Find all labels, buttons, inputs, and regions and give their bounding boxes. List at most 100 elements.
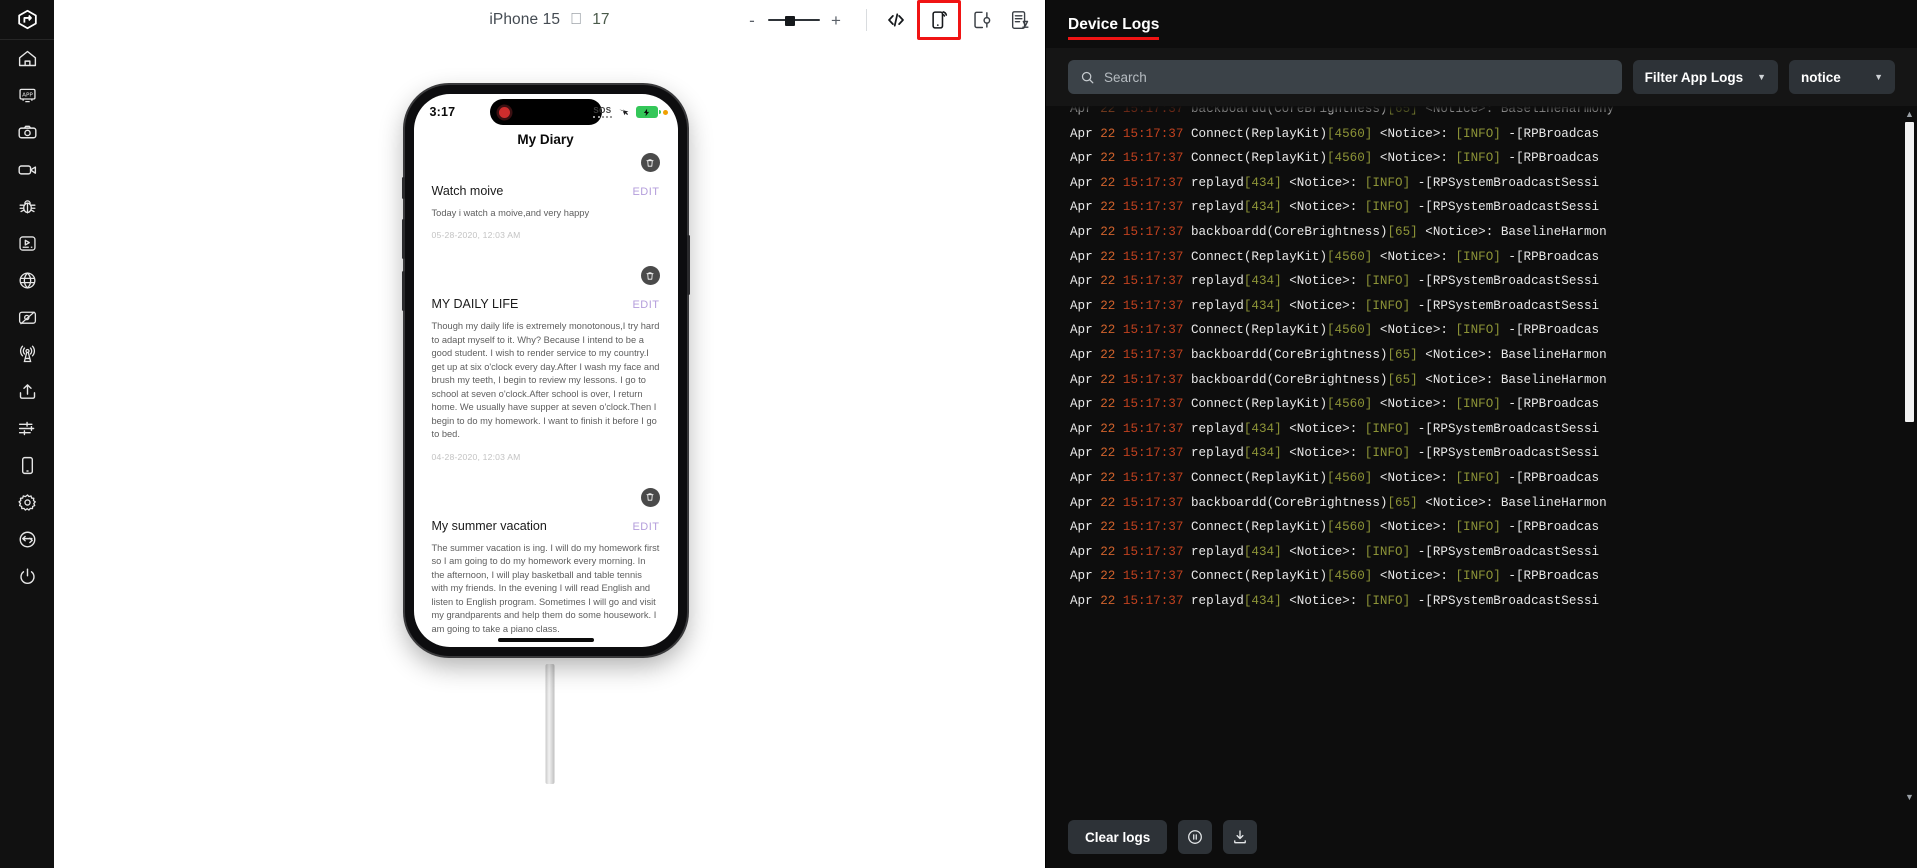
entry-date: 05-28-2020, 12:03 AM [431,230,521,241]
device-name: iPhone 15 [489,11,561,28]
zoom-slider-knob[interactable] [785,16,795,26]
log-line: Apr 22 15:17:37 backboardd(CoreBrightnes… [1070,495,1607,510]
entry-title: MY DAILY LIFE [431,297,519,312]
log-scrollbar-thumb[interactable] [1905,122,1914,422]
edit-entry-button[interactable]: EDIT [632,521,659,533]
log-line: Apr 22 15:17:37 backboardd(CoreBrightnes… [1070,106,1615,116]
ios-status-bar: 3:17 SOS [414,94,678,130]
entry-header: Watch moive EDIT [432,184,660,198]
entry-date: 04-28-2020, 12:03 AM [431,451,521,462]
list-item[interactable]: Watch moive EDIT Today i watch a moive,a… [432,153,660,240]
log-scrollbar-track[interactable] [1905,425,1914,793]
scroll-down-icon[interactable]: ▼ [1905,793,1914,802]
log-line: Apr 22 15:17:37 Connect(ReplayKit)[4560]… [1070,569,1600,584]
home-indicator [497,638,594,642]
search-box[interactable] [1068,60,1622,94]
entry-title: My summer vacation [431,518,547,533]
log-output-list[interactable]: Apr 22 15:17:37 backboardd(CoreBrightnes… [1046,106,1917,806]
delete-entry-icon[interactable] [640,266,660,286]
entry-body: The summer vacation is ing. I will do my… [431,542,660,634]
search-icon [1081,71,1094,83]
code-icon[interactable] [877,3,915,37]
log-line: Apr 22 15:17:37 Connect(ReplayKit)[4560]… [1070,249,1600,264]
log-level-label: notice [1801,69,1841,85]
sidebar-item-media-player[interactable] [0,225,54,262]
log-line: Apr 22 15:17:37 Connect(ReplayKit)[4560]… [1070,323,1600,338]
location-arrow-icon [618,109,628,115]
list-item[interactable]: My summer vacation EDIT The summer vacat… [431,487,660,647]
sidebar-item-apps[interactable]: APP [0,77,54,114]
sidebar-item-screenshot[interactable] [0,114,54,151]
sidebar-item-power[interactable] [0,558,54,595]
entry-body: Though my daily life is extremely monoto… [431,321,660,440]
sidebar-item-settings-sliders[interactable] [0,410,54,447]
phone-wrapper: 3:17 SOS My Diary Watch moive EDIT Today… [401,85,695,784]
zoom-slider[interactable] [768,13,820,27]
sidebar-item-home[interactable] [0,40,54,77]
sidebar-item-device[interactable] [0,447,54,484]
log-level-dropdown[interactable]: notice ▼ [1789,60,1895,94]
phone-screen[interactable]: 3:17 SOS My Diary Watch moive EDIT Today… [413,94,678,647]
sidebar-item-bug[interactable] [0,188,54,225]
delete-entry-icon[interactable] [640,487,660,507]
sidebar-item-gear[interactable] [0,484,54,521]
zoom-controls: - + [744,12,844,29]
log-line: Apr 22 15:17:37 replayd[434] <Notice>: [… [1070,544,1600,559]
log-line: Apr 22 15:17:37 replayd[434] <Notice>: [… [1070,200,1600,215]
recording-dot-icon [498,106,510,118]
sidebar-item-globe[interactable] [0,262,54,299]
pause-icon[interactable] [1178,820,1213,854]
device-logs-icon[interactable] [917,0,961,40]
log-line: Apr 22 15:17:37 Connect(ReplayKit)[4560]… [1070,397,1600,412]
chevron-down-icon: ▼ [1874,72,1883,82]
log-line: Apr 22 15:17:37 replayd[434] <Notice>: [… [1070,298,1600,313]
report-icon[interactable] [1001,3,1039,37]
entry-header: My summer vacation EDIT [432,519,660,533]
entry-separator [432,462,660,488]
mute-switch[interactable] [401,177,405,199]
sidebar-item-upload[interactable] [0,373,54,410]
entry-separator [432,240,660,266]
log-line: Apr 22 15:17:37 Connect(ReplayKit)[4560]… [1070,520,1600,535]
device-stage: 3:17 SOS My Diary Watch moive EDIT Today… [54,40,1045,868]
toolbar-divider [866,9,867,31]
log-line: Apr 22 15:17:37 Connect(ReplayKit)[4560]… [1070,470,1600,485]
log-panel-header: Device Logs [1046,0,1917,48]
charging-cable [545,664,554,784]
edit-entry-button[interactable]: EDIT [632,299,659,311]
search-input[interactable] [1104,69,1610,85]
log-filter-bar: Filter App Logs ▼ notice ▼ [1046,48,1917,106]
svg-text:APP: APP [22,92,33,98]
volume-up-button[interactable] [401,219,405,259]
log-line: Apr 22 15:17:37 Connect(ReplayKit)[4560]… [1070,126,1600,141]
zoom-out-button[interactable]: - [744,12,760,29]
filter-app-logs-dropdown[interactable]: Filter App Logs ▼ [1632,60,1778,94]
apple-logo-icon:  [570,12,582,28]
log-line: Apr 22 15:17:37 replayd[434] <Notice>: [… [1070,175,1600,190]
volume-down-button[interactable] [401,271,405,311]
log-line: Apr 22 15:17:37 backboardd(CoreBrightnes… [1070,347,1607,362]
sidebar-item-network-signal[interactable] [0,336,54,373]
side-power-button[interactable] [686,235,690,295]
status-right-group: SOS [593,94,668,130]
log-line: Apr 22 15:17:37 Connect(ReplayKit)[4560]… [1070,151,1600,166]
diary-entry-list[interactable]: Watch moive EDIT Today i watch a moive,a… [414,153,678,647]
download-icon[interactable] [1223,820,1258,854]
status-time: 3:17 [429,105,456,119]
inspector-icon[interactable] [963,3,1001,37]
scroll-up-icon[interactable]: ▲ [1905,110,1914,119]
zoom-in-button[interactable]: + [828,12,844,29]
device-logs-panel: Device Logs Filter App Logs ▼ notice ▼ A… [1045,0,1917,868]
clear-logs-button[interactable]: Clear logs [1068,820,1168,854]
log-scrollbar[interactable]: ▲ ▼ [1904,110,1915,802]
sidebar-item-rotate[interactable] [0,521,54,558]
list-item[interactable]: MY DAILY LIFE EDIT Though my daily life … [431,266,660,462]
phone-frame: 3:17 SOS My Diary Watch moive EDIT Today… [401,85,690,656]
sidebar-item-location[interactable] [0,299,54,336]
edit-entry-button[interactable]: EDIT [632,186,659,198]
delete-entry-icon[interactable] [640,153,660,172]
log-panel-footer: Clear logs [1046,806,1917,868]
battery-icon [635,106,661,118]
sidebar-item-record-video[interactable] [0,151,54,188]
logo-icon[interactable] [0,0,54,40]
